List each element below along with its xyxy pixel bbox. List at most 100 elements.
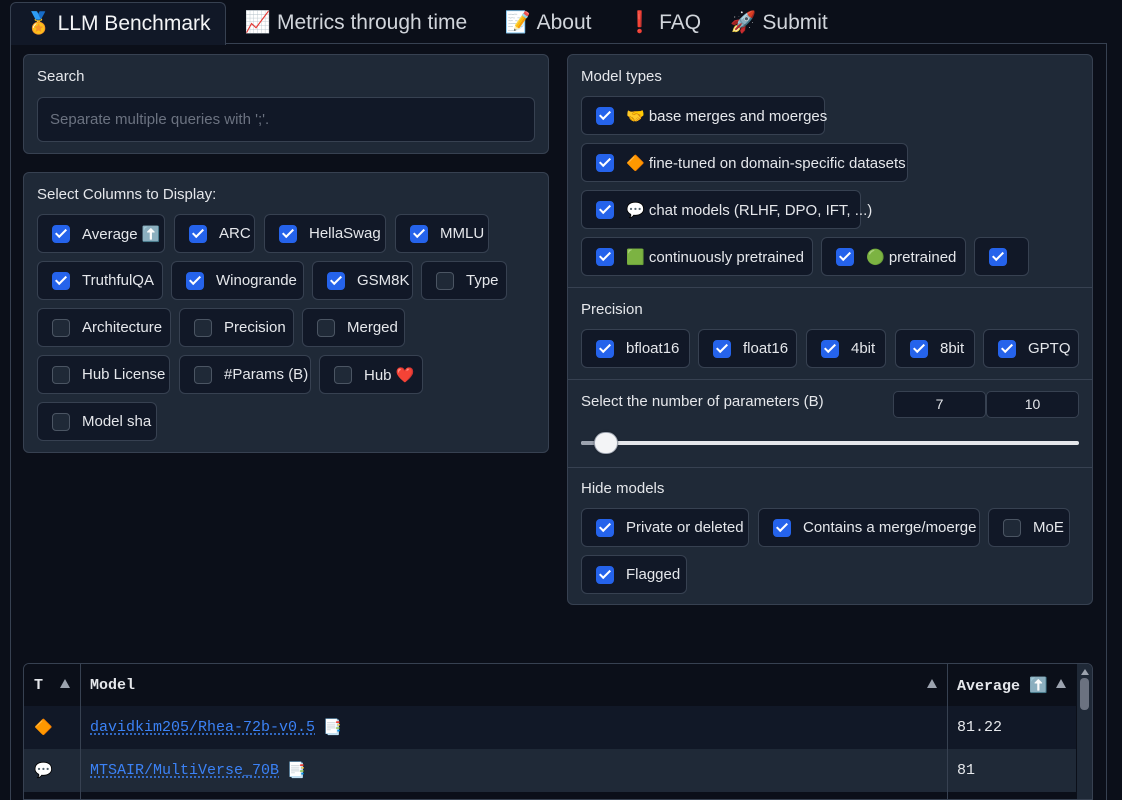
precision-checkbox-bfloat16[interactable]: bfloat16 (581, 329, 690, 368)
column-checkbox-architecture[interactable]: Architecture (37, 308, 171, 347)
checkbox-icon (910, 339, 928, 358)
checkbox-icon (998, 339, 1016, 358)
hide-checkbox-moe[interactable]: MoE (988, 508, 1070, 547)
params-min-input[interactable]: 7 (893, 391, 986, 418)
memo-icon: 📝 (504, 11, 531, 34)
column-checkbox-winogrande[interactable]: Winogrande (171, 261, 304, 300)
sort-arrow-icon[interactable] (60, 679, 70, 688)
column-checkbox-gsm8k[interactable]: GSM8K (312, 261, 413, 300)
checkbox-icon (836, 247, 854, 266)
params-slider-track[interactable] (581, 441, 1079, 445)
model-type-checkbox-other[interactable] (974, 237, 1029, 276)
column-checkbox-truthfulqa[interactable]: TruthfulQA (37, 261, 163, 300)
params-max-input[interactable]: 10 (986, 391, 1079, 418)
average-cell: 81 (957, 762, 976, 779)
chat-icon: 💬 (34, 763, 53, 780)
column-checkbox-arc[interactable]: ARC (174, 214, 255, 253)
checkbox-icon (773, 518, 791, 537)
model-link[interactable]: MTSAIR/MultiVerse_70B (90, 762, 279, 779)
tab-label: Metrics through time (276, 11, 468, 34)
hide-checkbox-merge[interactable]: Contains a merge/moerge (758, 508, 980, 547)
params-slider-thumb[interactable] (593, 432, 618, 454)
checkbox-label: 🔶 fine-tuned on domain-specific datasets (626, 154, 906, 172)
hide-checkbox-private[interactable]: Private or deleted (581, 508, 749, 547)
column-header-average[interactable]: Average ⬆️ (947, 664, 1076, 706)
checkbox-label: MoE (1033, 519, 1064, 536)
fine-tuned-icon: 🔶 (34, 720, 53, 737)
checkbox-icon (596, 106, 614, 125)
column-checkbox-model-sha[interactable]: Model sha (37, 402, 157, 441)
checkbox-icon (52, 318, 70, 337)
model-card-icon[interactable]: 📑 (287, 761, 306, 780)
column-checkbox-params[interactable]: #Params (B) (179, 355, 311, 394)
model-type-checkbox-continuously-pretrained[interactable]: 🟩 continuously pretrained (581, 237, 813, 276)
tab-about[interactable]: 📝 About (496, 2, 600, 44)
checkbox-label: Precision (224, 319, 286, 336)
column-checkbox-type[interactable]: Type (421, 261, 507, 300)
column-checkbox-hellaswag[interactable]: HellaSwag (264, 214, 386, 253)
checkbox-label: Hub License (82, 366, 166, 383)
column-header-type[interactable]: T (24, 664, 80, 706)
checkbox-icon (596, 339, 614, 358)
checkbox-icon (186, 271, 204, 290)
model-type-checkbox-fine-tuned[interactable]: 🔶 fine-tuned on domain-specific datasets (581, 143, 908, 182)
checkbox-label: Contains a merge/moerge (803, 519, 977, 536)
type-cell: 🔶 (24, 706, 80, 749)
checkbox-label: TruthfulQA (82, 272, 154, 289)
leaderboard-table: T Model Average ⬆️ 🔶 davidkim205/Rhea-72… (23, 663, 1093, 800)
column-checkbox-merged[interactable]: Merged (302, 308, 405, 347)
checkbox-label: bfloat16 (626, 340, 680, 357)
model-cell: davidkim205/Rhea-72b-v0.5 📑 (80, 706, 947, 749)
column-header-model[interactable]: Model (80, 664, 947, 706)
precision-checkbox-4bit[interactable]: 4bit (806, 329, 886, 368)
model-type-checkbox-chat[interactable]: 💬 chat models (RLHF, DPO, IFT, ...) (581, 190, 872, 229)
average-cell: 81.22 (957, 719, 1003, 736)
checkbox-label: MMLU (440, 225, 485, 242)
checkbox-label: Hub ❤️ (364, 366, 415, 384)
checkbox-icon (334, 365, 352, 384)
model-type-checkbox-merges[interactable]: 🤝 base merges and moerges (581, 96, 828, 135)
precision-checkbox-8bit[interactable]: 8bit (895, 329, 975, 368)
checkbox-label: Average ⬆️ (82, 225, 161, 243)
model-link[interactable]: davidkim205/Rhea-72b-v0.5 (90, 719, 315, 736)
tab-faq[interactable]: ❗ FAQ (624, 2, 704, 44)
column-checkbox-hub-likes[interactable]: Hub ❤️ (319, 355, 423, 394)
table-row[interactable]: 🔶 davidkim205/Rhea-72b-v0.5 📑 81.22 (24, 706, 1076, 749)
sort-arrow-icon[interactable] (927, 679, 937, 688)
column-checkbox-hub-license[interactable]: Hub License (37, 355, 170, 394)
search-label: Search (37, 68, 85, 85)
tab-submit[interactable]: 🚀 Submit (722, 2, 836, 44)
tab-metrics-through-time[interactable]: 📈 Metrics through time (236, 2, 476, 44)
checkbox-icon (713, 339, 731, 358)
search-input[interactable] (37, 97, 535, 142)
tab-content-border (1106, 43, 1107, 800)
scroll-up-icon[interactable] (1081, 669, 1089, 675)
params-label: Select the number of parameters (B) (581, 393, 824, 410)
table-row[interactable]: 💬 MTSAIR/MultiVerse_70B 📑 81 (24, 749, 1076, 792)
hide-checkbox-flagged[interactable]: Flagged (581, 555, 687, 594)
column-checkbox-precision[interactable]: Precision (179, 308, 294, 347)
checkbox-label: GPTQ (1028, 340, 1071, 357)
tab-llm-benchmark[interactable]: 🏅 LLM Benchmark (10, 2, 226, 45)
checkbox-icon (194, 365, 212, 384)
column-checkbox-mmlu[interactable]: MMLU (395, 214, 489, 253)
sort-arrow-icon[interactable] (1056, 679, 1066, 688)
tab-content-border (10, 43, 11, 800)
precision-label: Precision (581, 301, 643, 318)
checkbox-icon (821, 339, 839, 358)
precision-checkbox-gptq[interactable]: GPTQ (983, 329, 1079, 368)
checkbox-icon (52, 365, 70, 384)
checkbox-label: float16 (743, 340, 789, 357)
checkbox-label: Winogrande (216, 272, 297, 289)
checkbox-label: 🤝 base merges and moerges (626, 107, 828, 125)
model-card-icon[interactable]: 📑 (323, 718, 342, 737)
tab-label: Submit (762, 11, 828, 34)
model-type-checkbox-pretrained[interactable]: 🟢 pretrained (821, 237, 966, 276)
precision-checkbox-float16[interactable]: float16 (698, 329, 797, 368)
scrollbar-thumb[interactable] (1080, 678, 1089, 710)
model-cell: MTSAIR/MultiVerse_70B 📑 (80, 749, 947, 792)
section-divider (568, 467, 1092, 468)
checkbox-icon (596, 247, 614, 266)
column-checkbox-average[interactable]: Average ⬆️ (37, 214, 165, 253)
columns-label: Select Columns to Display: (37, 186, 217, 203)
